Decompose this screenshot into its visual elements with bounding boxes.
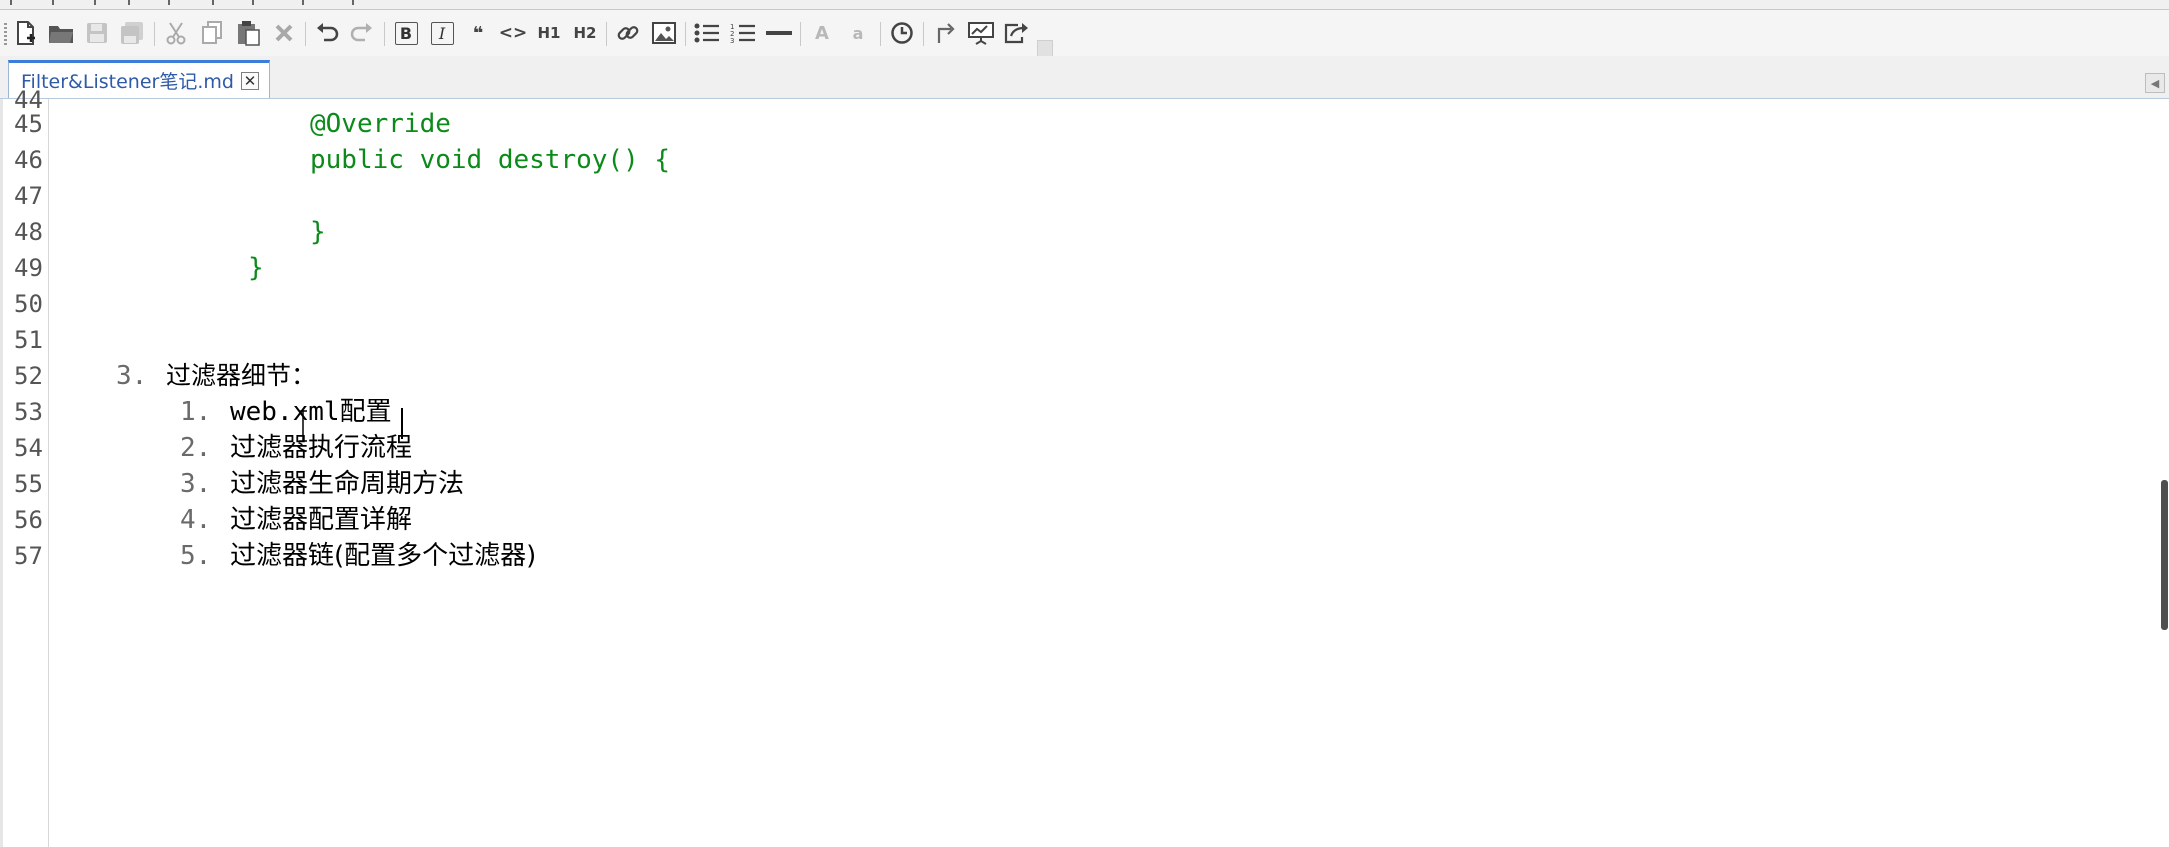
- tab-scroll-left-icon[interactable]: ◀: [2145, 73, 2165, 93]
- ibeam-cursor-icon: [299, 410, 307, 442]
- list-item-web-xml: web.xml配置: [230, 397, 392, 427]
- toolbar: B I ❝ <> H1 H2 123 A a: [0, 10, 2169, 60]
- h1-icon[interactable]: H1: [535, 19, 563, 47]
- list-marker: 1.: [180, 397, 212, 427]
- timestamp-icon[interactable]: [888, 19, 916, 47]
- list-item-execution-flow: 过滤器执行流程: [230, 433, 413, 463]
- vertical-scrollbar[interactable]: [2159, 99, 2169, 847]
- save-icon[interactable]: [83, 19, 111, 47]
- bullet-list-icon[interactable]: [693, 19, 721, 47]
- menu-bar-strip: [0, 0, 2169, 10]
- toolbar-grip[interactable]: [4, 23, 7, 45]
- presentation-icon[interactable]: [967, 19, 995, 47]
- tab-bar: Filter&Listener笔记.md ✕ ◀: [0, 56, 2169, 99]
- h2-icon[interactable]: H2: [571, 19, 599, 47]
- line-number: 56: [14, 506, 43, 534]
- editor-area[interactable]: 44 45 46 47 48 49 50 51 52 53 54 55 56 5…: [0, 86, 2169, 847]
- redo-icon[interactable]: [348, 19, 376, 47]
- line-number: 48: [14, 218, 43, 246]
- tab-filter-listener-notes[interactable]: Filter&Listener笔记.md ✕: [8, 60, 270, 98]
- list-marker: 2.: [180, 433, 212, 463]
- list-marker: 3.: [180, 469, 212, 499]
- horizontal-rule-icon[interactable]: [765, 19, 793, 47]
- open-folder-icon[interactable]: [47, 19, 75, 47]
- line-number: 54: [14, 434, 43, 462]
- list-marker: 5.: [180, 541, 212, 571]
- list-marker: 3.: [116, 361, 148, 391]
- bold-icon[interactable]: B: [392, 19, 420, 47]
- line-number: 51: [14, 326, 43, 354]
- bold-label: B: [394, 21, 418, 45]
- svg-text:3: 3: [730, 37, 734, 44]
- export-icon[interactable]: [1003, 19, 1031, 47]
- text-caret: [401, 408, 403, 439]
- save-all-icon[interactable]: [118, 19, 146, 47]
- line-number: 47: [14, 182, 43, 210]
- line-number: 45: [14, 110, 43, 138]
- code-line-override: @Override: [310, 109, 451, 139]
- undo-icon[interactable]: [313, 19, 341, 47]
- list-item-filter-chain: 过滤器链(配置多个过滤器): [230, 541, 537, 571]
- numbered-list-icon[interactable]: 123: [729, 19, 757, 47]
- uppercase-icon[interactable]: A: [808, 19, 836, 47]
- blockquote-icon[interactable]: ❝: [464, 19, 492, 47]
- line-number: 50: [14, 290, 43, 318]
- line-number: 46: [14, 146, 43, 174]
- italic-label: I: [430, 21, 454, 45]
- code-line-close-method: }: [310, 217, 326, 247]
- line-number: 57: [14, 542, 43, 570]
- code-icon[interactable]: <>: [499, 19, 528, 47]
- delete-icon[interactable]: [270, 19, 298, 47]
- scrollbar-thumb[interactable]: [2161, 480, 2168, 630]
- list-marker: 4.: [180, 505, 212, 535]
- tab-close-icon[interactable]: ✕: [241, 72, 259, 90]
- paste-icon[interactable]: [234, 19, 262, 47]
- tab-title: Filter&Listener笔记.md: [21, 71, 234, 93]
- list-item-config-details: 过滤器配置详解: [230, 505, 413, 535]
- line-number-gutter: 44 45 46 47 48 49 50 51 52 53 54 55 56 5…: [0, 86, 49, 847]
- image-icon[interactable]: [650, 19, 678, 47]
- link-icon[interactable]: [614, 19, 642, 47]
- line-number: 55: [14, 470, 43, 498]
- list-item-lifecycle-methods: 过滤器生命周期方法: [230, 469, 465, 499]
- new-file-icon[interactable]: [12, 19, 40, 47]
- code-line-destroy: public void destroy() {: [310, 145, 671, 175]
- line-number: 52: [14, 362, 43, 390]
- cut-icon[interactable]: [162, 19, 190, 47]
- lowercase-icon[interactable]: a: [844, 19, 872, 47]
- italic-icon[interactable]: I: [428, 19, 456, 47]
- copy-icon[interactable]: [198, 19, 226, 47]
- code-line-close-class: }: [248, 253, 264, 283]
- line-break-icon[interactable]: [931, 19, 959, 47]
- list-heading-filter-details: 过滤器细节：: [166, 361, 317, 390]
- line-number: 49: [14, 254, 43, 282]
- line-number: 53: [14, 398, 43, 426]
